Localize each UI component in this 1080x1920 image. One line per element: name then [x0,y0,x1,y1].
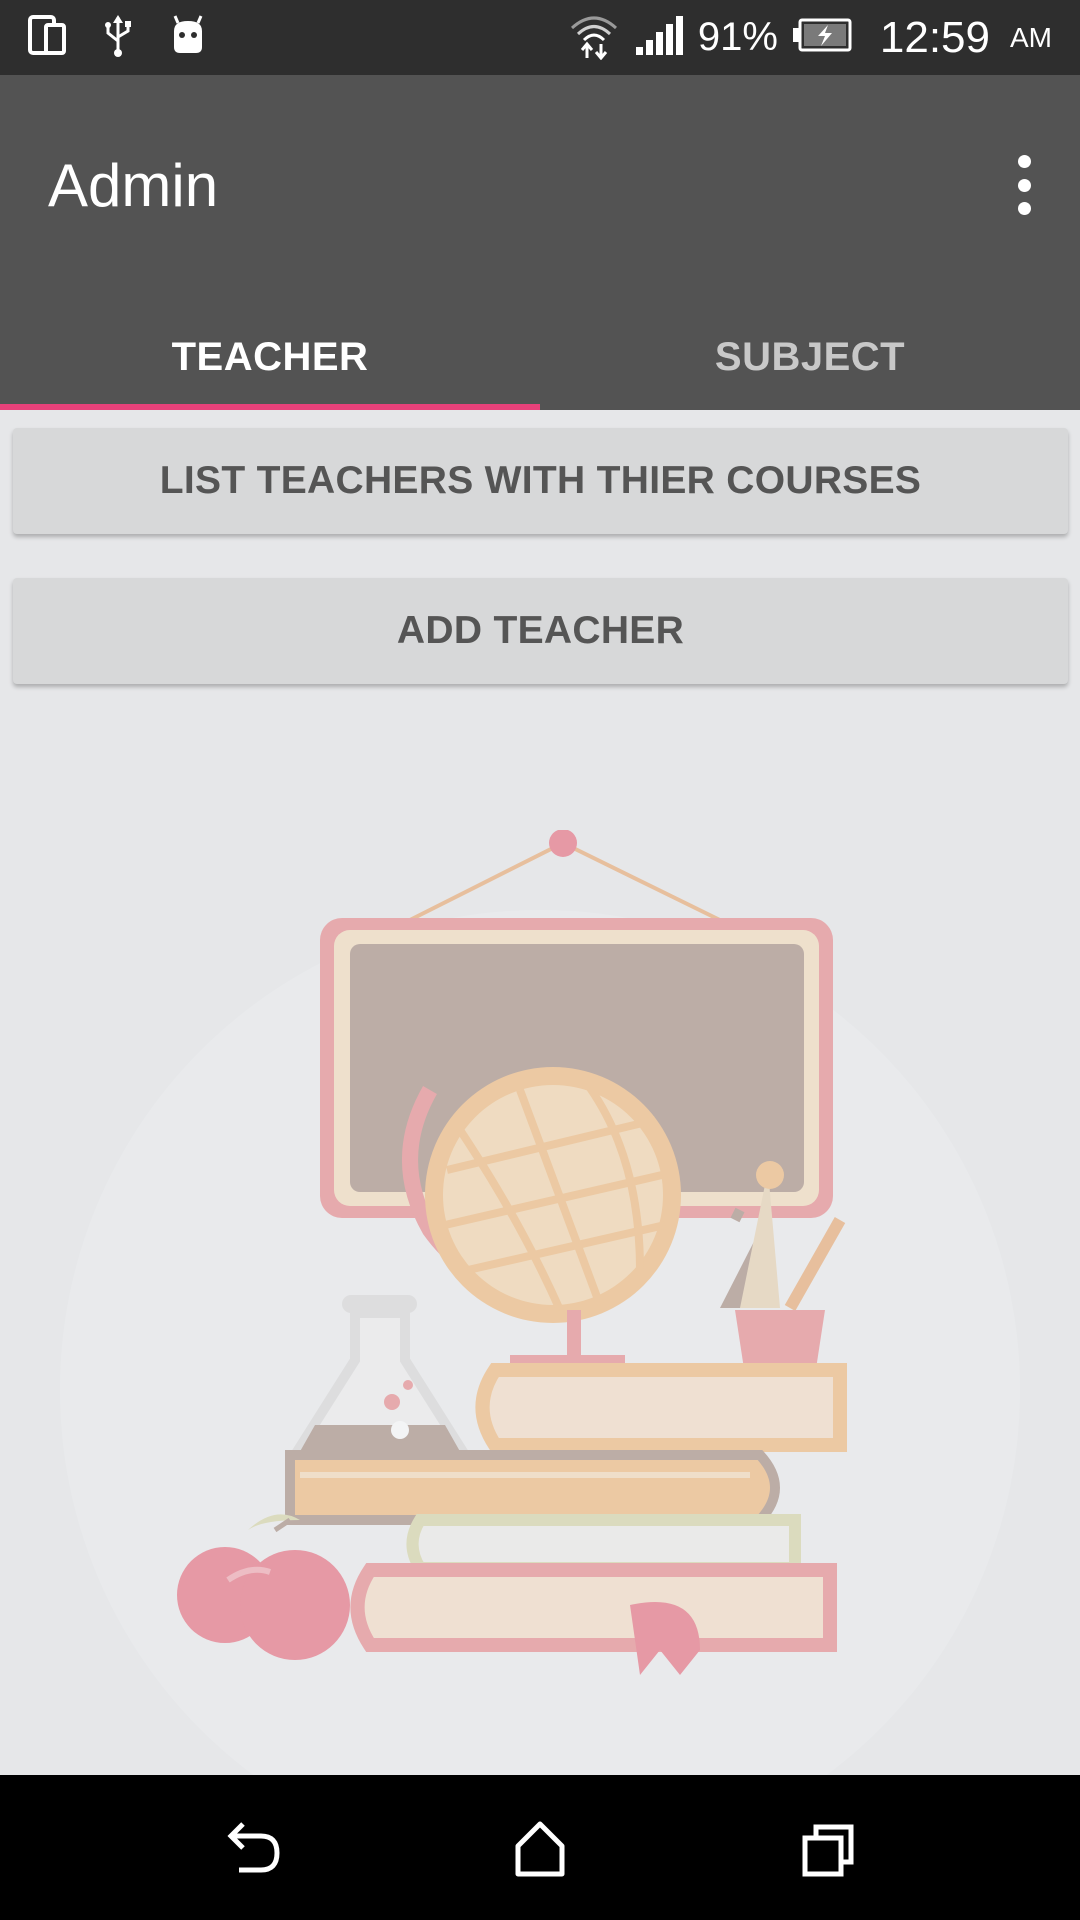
admin-screen: 91% 12:59 AM Admin TEACHER SUBJECT LIST … [0,0,1080,1920]
android-icon [168,13,208,62]
list-teachers-button[interactable]: LIST TEACHERS WITH THIER COURSES [13,428,1068,534]
wifi-icon [568,10,620,65]
usb-icon [102,13,134,62]
tab-subject[interactable]: SUBJECT [540,305,1080,410]
recents-icon[interactable] [788,1810,868,1890]
device-icon [28,13,68,62]
teacher-tab-content: LIST TEACHERS WITH THIER COURSES ADD TEA… [0,410,1080,1775]
clock-ampm: AM [1010,21,1052,53]
battery-percent: 91% [697,15,778,59]
home-icon[interactable] [500,1810,580,1890]
signal-icon [634,13,684,62]
add-teacher-button[interactable]: ADD TEACHER [13,578,1068,684]
tab-bar: TEACHER SUBJECT [0,305,1080,410]
page-title: Admin [48,152,219,219]
battery-charging-icon [792,18,852,57]
app-bar: Admin TEACHER SUBJECT [0,75,1080,410]
status-bar: 91% 12:59 AM [0,0,1080,75]
more-vert-icon[interactable] [1004,155,1044,215]
education-illustration [60,830,1020,1775]
tab-teacher[interactable]: TEACHER [0,305,540,410]
system-nav-bar [0,1775,1080,1920]
back-icon[interactable] [213,1810,293,1890]
clock-time: 12:59 [879,12,990,62]
